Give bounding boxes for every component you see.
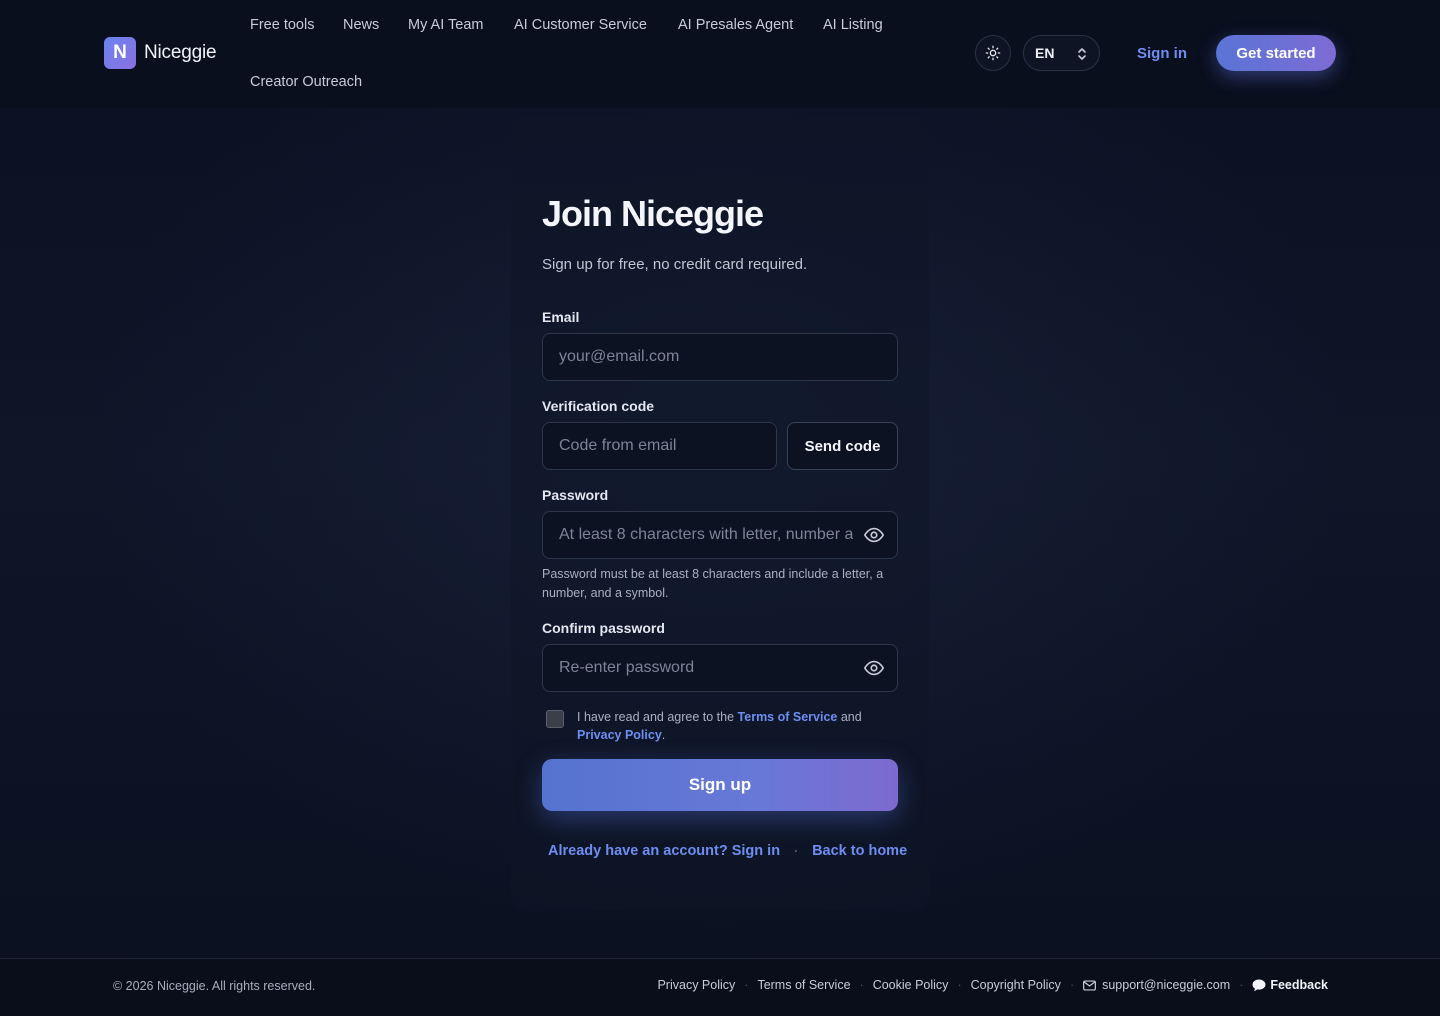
- footer-privacy-policy-link[interactable]: Privacy Policy: [657, 978, 735, 992]
- nav-creator-outreach[interactable]: Creator Outreach: [250, 74, 362, 90]
- footer-separator: ·: [859, 978, 864, 992]
- chevron-up-down-icon: [1078, 48, 1086, 60]
- separator-dot: ·: [794, 844, 799, 858]
- logo-mark: N: [104, 37, 136, 69]
- footer-copyright-policy-link[interactable]: Copyright Policy: [971, 978, 1061, 992]
- agree-terms-text: I have read and agree to the Terms of Se…: [577, 708, 897, 744]
- feedback-link[interactable]: Feedback: [1252, 978, 1328, 992]
- eye-icon: [864, 660, 884, 676]
- logo[interactable]: N Niceggie: [104, 37, 217, 69]
- mail-icon: [1083, 979, 1097, 991]
- footer-cookie-policy-link[interactable]: Cookie Policy: [873, 978, 949, 992]
- nav-news[interactable]: News: [343, 17, 379, 33]
- agree-terms-checkbox[interactable]: [546, 710, 564, 728]
- footer-separator: ·: [1069, 978, 1075, 992]
- nav-free-tools[interactable]: Free tools: [250, 17, 314, 33]
- send-code-button[interactable]: Send code: [787, 422, 898, 470]
- already-have-account-link[interactable]: Already have an account? Sign in: [548, 843, 780, 859]
- agree-prefix: I have read and agree to the: [577, 710, 735, 724]
- logo-text: Niceggie: [144, 42, 217, 63]
- password-hint: Password must be at least 8 characters a…: [542, 567, 884, 600]
- page-subtitle: Sign up for free, no credit card require…: [542, 256, 808, 273]
- footer-terms-link[interactable]: Terms of Service: [757, 978, 850, 992]
- site-footer: © 2026 Niceggie. All rights reserved. Pr…: [0, 958, 1440, 1016]
- get-started-button[interactable]: Get started: [1216, 35, 1336, 71]
- email-input[interactable]: [542, 333, 898, 381]
- card-bottom-links: Already have an account? Sign in · Back …: [548, 843, 907, 859]
- confirm-password-input[interactable]: [542, 644, 898, 692]
- support-email-text: support@niceggie.com: [1102, 978, 1231, 992]
- language-select[interactable]: EN: [1023, 35, 1100, 71]
- language-value: EN: [1035, 45, 1055, 61]
- password-input[interactable]: [542, 511, 898, 559]
- password-label: Password: [542, 487, 609, 503]
- verification-code-label: Verification code: [542, 398, 655, 414]
- nav-ai-listing[interactable]: AI Listing: [823, 17, 883, 33]
- eye-icon: [864, 527, 884, 543]
- confirm-password-label: Confirm password: [542, 620, 665, 636]
- sign-up-button[interactable]: Sign up: [542, 759, 898, 811]
- footer-separator: ·: [957, 978, 962, 992]
- copyright-text: © 2026 Niceggie. All rights reserved.: [113, 979, 316, 993]
- footer-separator: ·: [1239, 978, 1244, 992]
- header-sign-in-link[interactable]: Sign in: [1137, 45, 1187, 62]
- footer-support-email-link[interactable]: support@niceggie.com: [1083, 978, 1230, 992]
- footer-links: Privacy Policy · Terms of Service · Cook…: [657, 978, 1328, 992]
- back-to-home-link[interactable]: Back to home: [812, 843, 907, 859]
- page-title: Join Niceggie: [542, 193, 764, 234]
- sun-icon: [985, 45, 1001, 61]
- toggle-confirm-password-visibility-button[interactable]: [863, 657, 885, 679]
- verification-code-input[interactable]: [542, 422, 777, 470]
- theme-toggle-button[interactable]: [975, 35, 1011, 71]
- nav-my-ai-team[interactable]: My AI Team: [408, 17, 483, 33]
- agree-suffix: .: [661, 728, 666, 742]
- feedback-text: Feedback: [1270, 978, 1328, 992]
- toggle-password-visibility-button[interactable]: [863, 524, 885, 546]
- privacy-policy-link[interactable]: Privacy Policy: [577, 728, 662, 742]
- chat-bubble-icon: [1252, 979, 1266, 991]
- nav-ai-customer-service[interactable]: AI Customer Service: [514, 17, 647, 33]
- nav-ai-presales-agent[interactable]: AI Presales Agent: [678, 17, 793, 33]
- terms-of-service-link[interactable]: Terms of Service: [738, 710, 838, 724]
- site-header: N Niceggie Free tools News My AI Team AI…: [0, 0, 1440, 108]
- email-label: Email: [542, 309, 580, 325]
- footer-separator: ·: [744, 978, 749, 992]
- agree-and: and: [840, 710, 862, 724]
